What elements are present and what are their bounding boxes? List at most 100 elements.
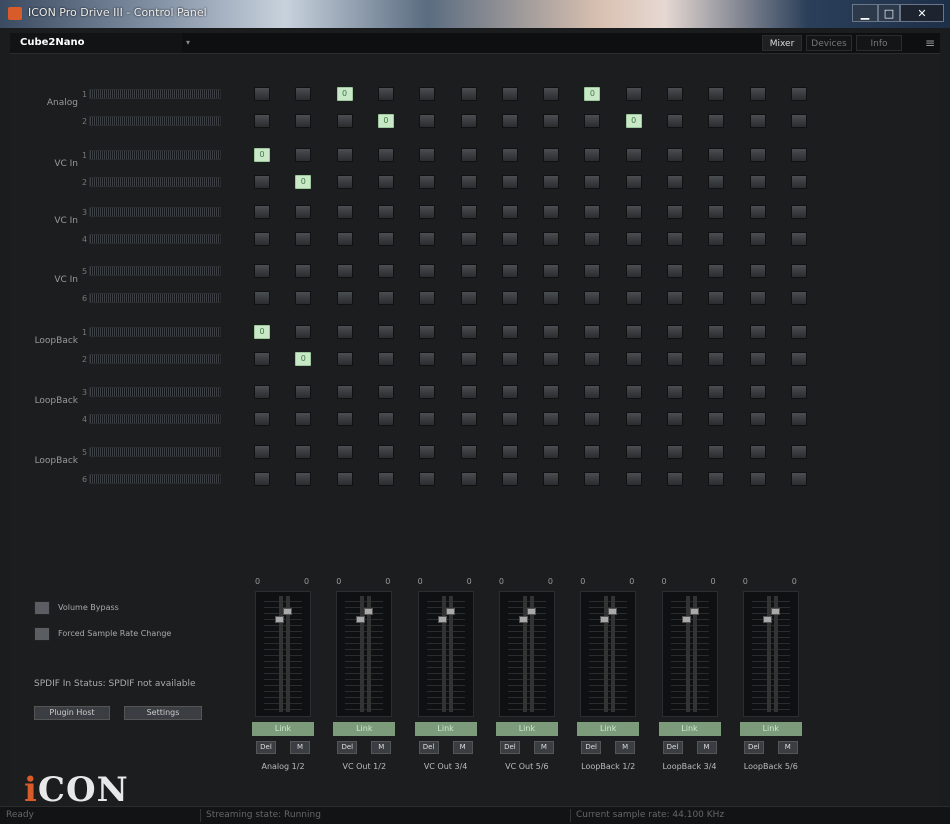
link-button[interactable]: Link [495,722,558,736]
routing-cell[interactable] [295,445,312,459]
fader-knob-left[interactable] [275,616,284,623]
routing-cell[interactable] [501,264,518,278]
routing-cell[interactable] [419,205,436,219]
routing-cell[interactable] [377,87,394,101]
routing-cell[interactable] [584,114,601,128]
routing-cell[interactable] [254,385,270,399]
routing-cell[interactable] [625,352,642,366]
routing-cell-active[interactable]: 0 [295,352,312,366]
routing-cell[interactable] [790,114,807,128]
routing-cell[interactable] [543,175,560,189]
routing-cell[interactable] [625,385,642,399]
routing-cell[interactable] [460,352,477,366]
link-button[interactable]: Link [739,722,802,736]
routing-cell[interactable] [584,264,601,278]
routing-cell[interactable] [254,232,270,246]
routing-cell-active[interactable]: 0 [625,114,642,128]
routing-cell[interactable] [543,205,560,219]
routing-cell[interactable] [708,385,725,399]
routing-cell[interactable] [419,472,436,486]
routing-cell[interactable] [667,352,683,366]
routing-cell[interactable] [584,205,601,219]
close-button[interactable]: ✕ [900,4,944,22]
routing-cell[interactable] [460,445,477,459]
routing-cell[interactable] [749,264,766,278]
routing-cell[interactable] [625,445,642,459]
routing-cell[interactable] [749,445,766,459]
routing-cell[interactable] [501,291,518,305]
routing-cell[interactable] [584,325,601,339]
routing-cell[interactable] [790,264,807,278]
routing-cell[interactable] [667,148,683,162]
routing-cell[interactable] [336,175,353,189]
routing-cell[interactable] [336,445,353,459]
routing-cell[interactable] [419,385,436,399]
routing-cell[interactable] [667,412,683,426]
routing-cell[interactable] [377,385,394,399]
routing-cell[interactable] [543,87,560,101]
routing-cell[interactable] [501,325,518,339]
delete-button[interactable]: Del [256,741,276,754]
fader-knob-left[interactable] [681,616,691,623]
fader-knob-right[interactable] [364,608,374,615]
routing-cell[interactable] [460,472,477,486]
fader-knob-left[interactable] [518,616,528,623]
routing-cell[interactable] [584,445,601,459]
routing-cell[interactable] [625,264,642,278]
fader-knob-right[interactable] [770,608,780,615]
routing-cell[interactable] [254,291,270,305]
link-button[interactable]: Link [252,722,314,736]
chevron-down-icon[interactable]: ▾ [186,33,190,53]
routing-cell[interactable] [419,445,436,459]
routing-cell[interactable] [790,291,807,305]
routing-cell[interactable] [749,412,766,426]
routing-cell[interactable] [501,385,518,399]
routing-cell[interactable] [295,385,312,399]
mute-button[interactable]: M [615,741,636,754]
routing-cell[interactable] [501,148,518,162]
routing-cell[interactable] [625,87,642,101]
routing-cell[interactable] [336,264,353,278]
routing-cell[interactable] [543,445,560,459]
routing-cell[interactable] [543,114,560,128]
routing-cell[interactable] [543,385,560,399]
routing-cell[interactable] [708,87,725,101]
routing-cell[interactable] [377,445,394,459]
routing-cell[interactable] [501,412,518,426]
fader-knob-right[interactable] [608,608,618,615]
routing-cell-active[interactable]: 0 [295,175,312,189]
routing-cell[interactable] [336,472,353,486]
routing-cell[interactable] [460,114,477,128]
fader-knob-left[interactable] [356,616,366,623]
forced-sample-rate-checkbox[interactable] [34,627,50,641]
routing-cell[interactable] [377,175,394,189]
routing-cell[interactable] [543,412,560,426]
routing-cell[interactable] [625,291,642,305]
minimize-button[interactable]: ▁ [852,4,878,22]
routing-cell[interactable] [667,87,683,101]
routing-cell[interactable] [667,205,683,219]
routing-cell[interactable] [667,175,683,189]
routing-cell[interactable] [254,114,270,128]
fader-knob-right[interactable] [445,608,455,615]
routing-cell[interactable] [667,291,683,305]
link-button[interactable]: Link [577,722,640,736]
routing-cell[interactable] [708,264,725,278]
delete-button[interactable]: Del [337,741,358,754]
routing-cell[interactable] [749,232,766,246]
routing-cell[interactable] [295,291,312,305]
routing-cell[interactable] [419,175,436,189]
routing-cell[interactable] [625,325,642,339]
routing-cell[interactable] [460,175,477,189]
routing-cell-active[interactable]: 0 [336,87,353,101]
routing-cell[interactable] [419,412,436,426]
routing-cell[interactable] [543,291,560,305]
routing-cell[interactable] [584,232,601,246]
routing-cell[interactable] [708,325,725,339]
routing-cell-active[interactable]: 0 [254,325,270,339]
routing-cell[interactable] [625,232,642,246]
routing-cell[interactable] [254,205,270,219]
routing-cell[interactable] [377,232,394,246]
routing-cell[interactable] [790,352,807,366]
routing-cell[interactable] [749,87,766,101]
